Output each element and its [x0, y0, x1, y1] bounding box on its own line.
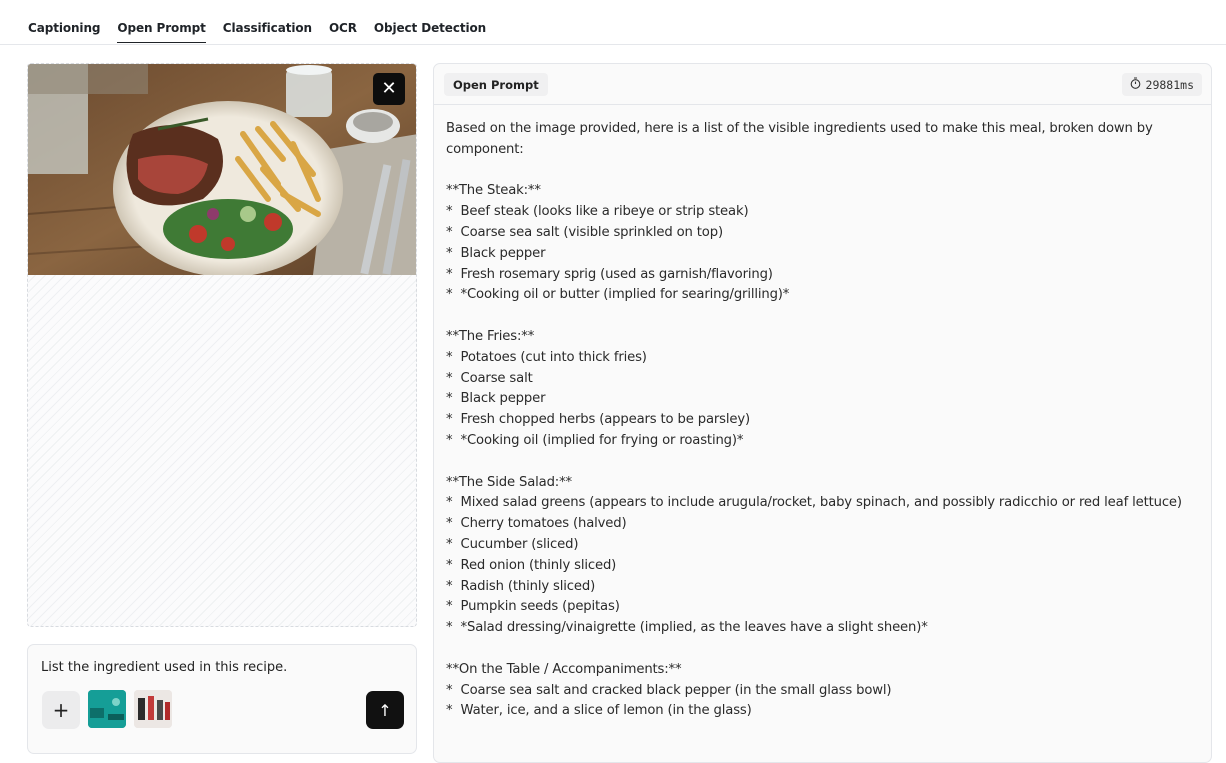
response-line: * Fresh chopped herbs (appears to be par… [446, 412, 751, 428]
attachment-thumbnail[interactable] [88, 690, 126, 728]
response-line: * Coarse salt [446, 370, 533, 386]
prompt-input[interactable]: List the ingredient used in this recipe. [41, 660, 287, 675]
response-text: Based on the image provided, here is a l… [434, 105, 1211, 722]
response-line: * Red onion (thinly sliced) [446, 557, 617, 573]
tab-ocr[interactable]: OCR [329, 21, 357, 42]
uploaded-image [28, 64, 416, 275]
response-line: component: [446, 141, 524, 157]
response-line: **The Steak:** [446, 183, 541, 199]
send-button[interactable]: ↑ [366, 691, 404, 729]
timer-icon [1130, 77, 1141, 92]
response-line: Based on the image provided, here is a l… [446, 121, 1153, 136]
response-line: **The Side Salad:** [446, 474, 572, 490]
response-line: * Water, ice, and a slice of lemon (in t… [446, 703, 752, 719]
response-line: * Pumpkin seeds (pepitas) [446, 599, 620, 615]
response-line: **On the Table / Accompaniments:** [446, 661, 682, 677]
timing-value: 29881ms [1145, 77, 1194, 92]
arrow-up-icon: ↑ [378, 700, 392, 720]
tab-object-detection[interactable]: Object Detection [374, 21, 486, 42]
response-line: * Fresh rosemary sprig (used as garnish/… [446, 266, 773, 282]
response-line: * Cucumber (sliced) [446, 536, 579, 552]
response-line: * *Cooking oil or butter (implied for se… [446, 287, 790, 303]
response-line: * Coarse sea salt (visible sprinkled on … [446, 224, 723, 240]
response-line [446, 452, 1199, 473]
response-line: * Coarse sea salt and cracked black pepp… [446, 682, 892, 698]
prompt-composer: List the ingredient used in this recipe.… [27, 644, 417, 754]
tab-open-prompt[interactable]: Open Prompt [117, 21, 206, 43]
add-attachment-button[interactable]: + [42, 691, 80, 729]
response-line: * Cherry tomatoes (halved) [446, 516, 627, 532]
response-line: * Beef steak (looks like a ribeye or str… [446, 204, 749, 220]
tab-captioning[interactable]: Captioning [28, 21, 100, 42]
mode-badge: Open Prompt [444, 73, 548, 96]
response-line: * Black pepper [446, 391, 546, 407]
response-line: * *Salad dressing/vinaigrette (implied, … [446, 620, 928, 636]
response-line: * Mixed salad greens (appears to include… [446, 495, 1182, 511]
response-panel: Open Prompt 29881ms Based on the image p… [433, 63, 1212, 763]
image-dropzone[interactable]: ✕ [27, 63, 417, 627]
attachment-thumbnail[interactable] [134, 690, 172, 728]
response-header: Open Prompt 29881ms [434, 64, 1211, 105]
response-line: * Potatoes (cut into thick fries) [446, 349, 647, 365]
timing-badge: 29881ms [1121, 73, 1202, 96]
response-line [446, 306, 1199, 327]
response-line [446, 639, 1199, 660]
close-icon: ✕ [381, 78, 397, 99]
response-line: **The Fries:** [446, 328, 535, 344]
response-line: * *Cooking oil (implied for frying or ro… [446, 432, 744, 448]
response-line: * Black pepper [446, 245, 546, 261]
mode-tabs: Captioning Open Prompt Classification OC… [0, 0, 1226, 45]
plus-icon: + [52, 698, 70, 722]
response-line [446, 161, 1199, 182]
remove-image-button[interactable]: ✕ [373, 73, 405, 105]
response-line: * Radish (thinly sliced) [446, 578, 596, 594]
tab-classification[interactable]: Classification [223, 21, 312, 42]
